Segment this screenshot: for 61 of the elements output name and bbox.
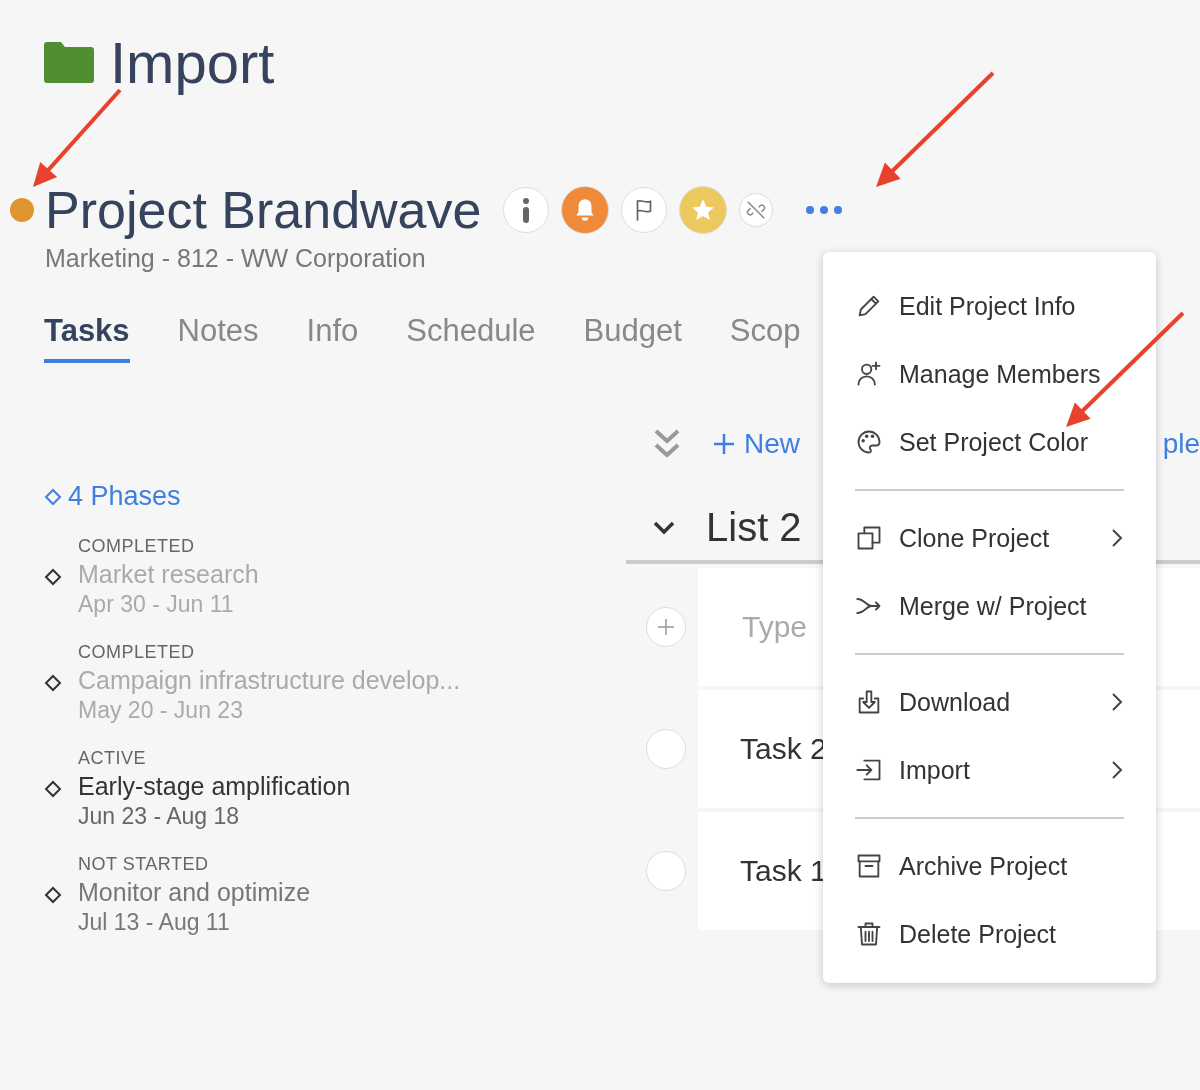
phase-dates: Jun 23 - Aug 18 (78, 803, 241, 830)
archive-icon (855, 852, 883, 880)
bell-button[interactable] (561, 186, 610, 234)
star-button[interactable] (679, 186, 728, 234)
diamond-icon (44, 568, 62, 586)
collapse-all-icon[interactable] (652, 428, 682, 460)
menu-item[interactable]: Set Project Color (855, 408, 1124, 476)
phase-status: ACTIVE (78, 748, 147, 769)
chevron-down-icon[interactable] (652, 519, 676, 536)
add-task-button[interactable] (646, 607, 686, 647)
plus-icon (712, 432, 736, 456)
menu-item-label: Import (899, 755, 971, 785)
menu-item-label: Delete Project (899, 919, 1058, 949)
plus-icon (656, 617, 676, 637)
diamond-icon (44, 886, 62, 904)
diamond-icon (44, 780, 62, 798)
menu-item-label: Clone Project (899, 523, 1051, 553)
phase-dates: May 20 - Jun 23 (78, 697, 244, 724)
menu-item[interactable]: Download (855, 668, 1124, 736)
unlink-icon (745, 199, 768, 221)
menu-item-label: Archive Project (899, 851, 1069, 881)
phases-link[interactable]: 4 Phases (44, 481, 181, 512)
unlink-button[interactable] (739, 193, 774, 227)
palette-icon (855, 428, 883, 456)
member-icon (855, 360, 883, 388)
trash-icon (855, 920, 883, 948)
menu-item-label: Edit Project Info (899, 291, 1077, 321)
menu-item-label: Merge w/ Project (899, 591, 1088, 621)
flag-button[interactable] (621, 187, 668, 233)
diamond-icon (44, 487, 62, 506)
menu-item[interactable]: Edit Project Info (855, 272, 1124, 340)
list-title: List 2 (706, 505, 802, 550)
menu-item-label: Download (899, 687, 1012, 717)
menu-item-label: Set Project Color (899, 427, 1089, 457)
menu-item[interactable]: Delete Project (855, 900, 1124, 968)
project-title: Project Brandwave (45, 180, 482, 240)
info-button[interactable] (503, 187, 550, 233)
task-checkbox[interactable] (646, 851, 686, 891)
star-icon (690, 197, 717, 223)
diamond-icon (44, 674, 62, 692)
phase-status: COMPLETED (78, 642, 196, 663)
task-checkbox[interactable] (646, 729, 686, 769)
menu-item[interactable]: Manage Members (855, 340, 1124, 408)
menu-item-label: Manage Members (899, 359, 1102, 389)
folder-title: Import (110, 28, 275, 96)
phase-name[interactable]: Early-stage amplification (78, 769, 351, 803)
menu-item[interactable]: Archive Project (855, 832, 1124, 900)
info-icon (521, 197, 532, 223)
template-link[interactable]: ple (1162, 428, 1200, 460)
phase-dates: Apr 30 - Jun 11 (78, 591, 235, 618)
phase-name[interactable]: Monitor and optimize (78, 875, 311, 909)
clone-icon (855, 524, 883, 552)
phase-status: COMPLETED (78, 536, 196, 557)
new-list-link[interactable]: New (712, 428, 800, 460)
phase-status: NOT STARTED (78, 854, 210, 875)
menu-item[interactable]: Import (855, 736, 1124, 804)
menu-item[interactable]: Clone Project (855, 504, 1124, 572)
project-subtitle: Marketing - 812 - WW Corporation (44, 243, 427, 273)
tab[interactable]: Tasks (44, 313, 130, 363)
phase-dates: Jul 13 - Aug 11 (78, 909, 231, 936)
folder-icon (44, 41, 94, 83)
